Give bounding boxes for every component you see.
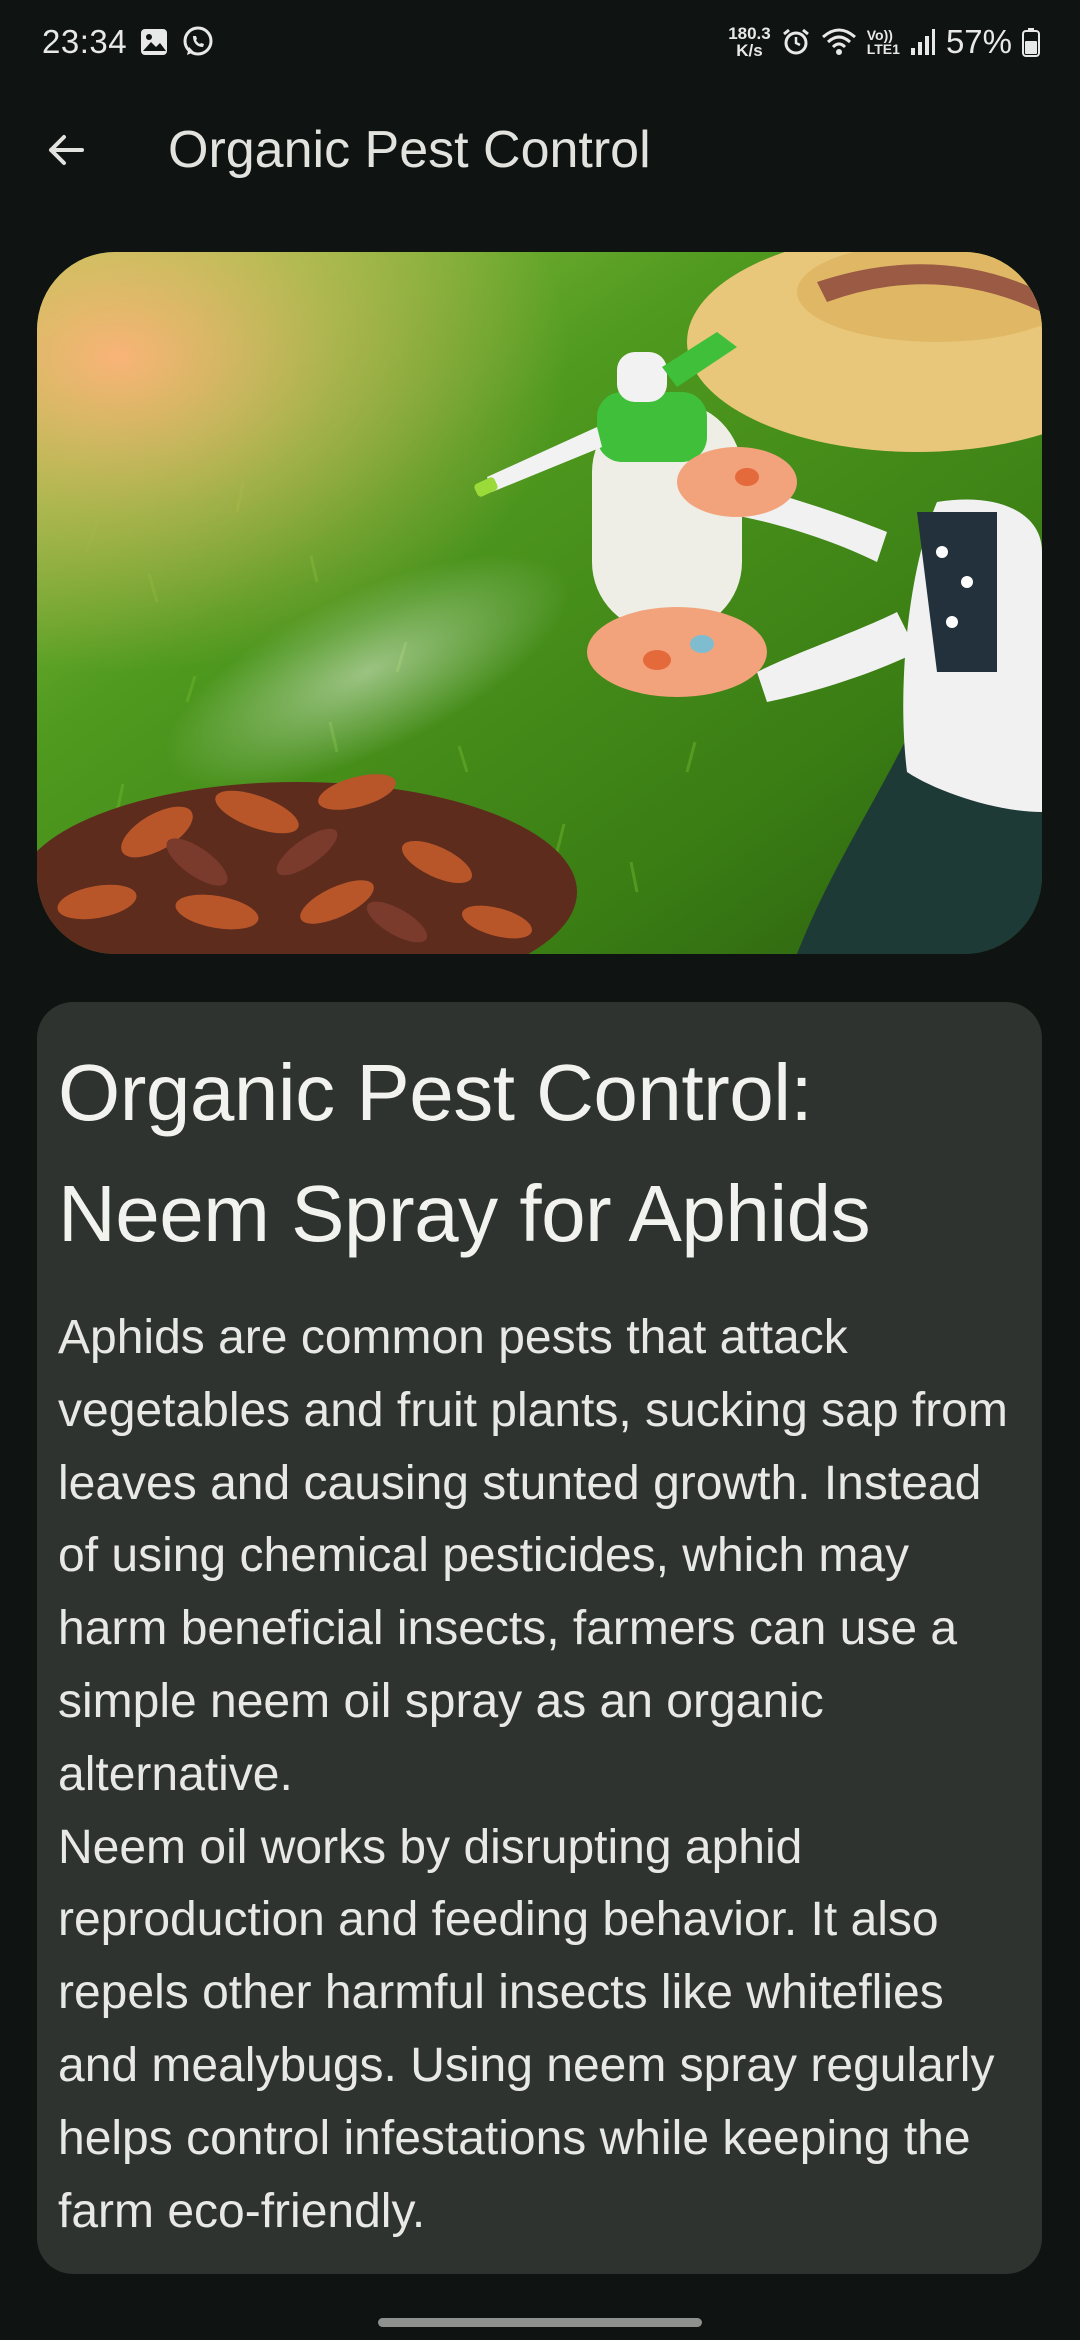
hero-image xyxy=(37,252,1042,954)
article-paragraph: Aphids are common pests that attack vege… xyxy=(58,1311,1008,1801)
volte-indicator: Vo)) LTE1 xyxy=(867,28,900,56)
network-speed-unit: K/s xyxy=(736,41,763,60)
gardener-spraying-plants-image xyxy=(37,252,1042,954)
gallery-icon xyxy=(139,27,169,57)
battery-percent: 57% xyxy=(945,23,1012,60)
gesture-nav-handle[interactable] xyxy=(378,2318,702,2327)
article-body: Aphids are common pests that attack vege… xyxy=(58,1302,1020,2248)
arrow-left-icon xyxy=(46,130,86,170)
lte-label: LTE1 xyxy=(866,41,900,57)
battery-icon xyxy=(1022,27,1040,57)
network-speed-value: 180.3 xyxy=(728,24,771,43)
status-bar: 23:34 180.3 K/s Vo)) LTE1 57% xyxy=(0,0,1080,84)
signal-icon xyxy=(910,28,936,56)
article-card: Organic Pest Control: Neem Spray for Aph… xyxy=(37,1002,1042,2274)
wifi-icon xyxy=(821,27,857,57)
volte-label: Vo)) xyxy=(866,27,893,43)
app-bar: Organic Pest Control xyxy=(0,84,1080,216)
back-button[interactable] xyxy=(30,114,102,186)
article-paragraph: Neem oil works by disrupting aphid repro… xyxy=(58,1820,995,2238)
page-title: Organic Pest Control xyxy=(168,121,651,179)
status-time: 23:34 xyxy=(42,23,128,60)
whatsapp-icon xyxy=(181,25,215,59)
article-title: Organic Pest Control: Neem Spray for Aph… xyxy=(58,1048,871,1258)
alarm-icon xyxy=(781,27,811,57)
network-speed: 180.3 K/s xyxy=(728,25,771,59)
